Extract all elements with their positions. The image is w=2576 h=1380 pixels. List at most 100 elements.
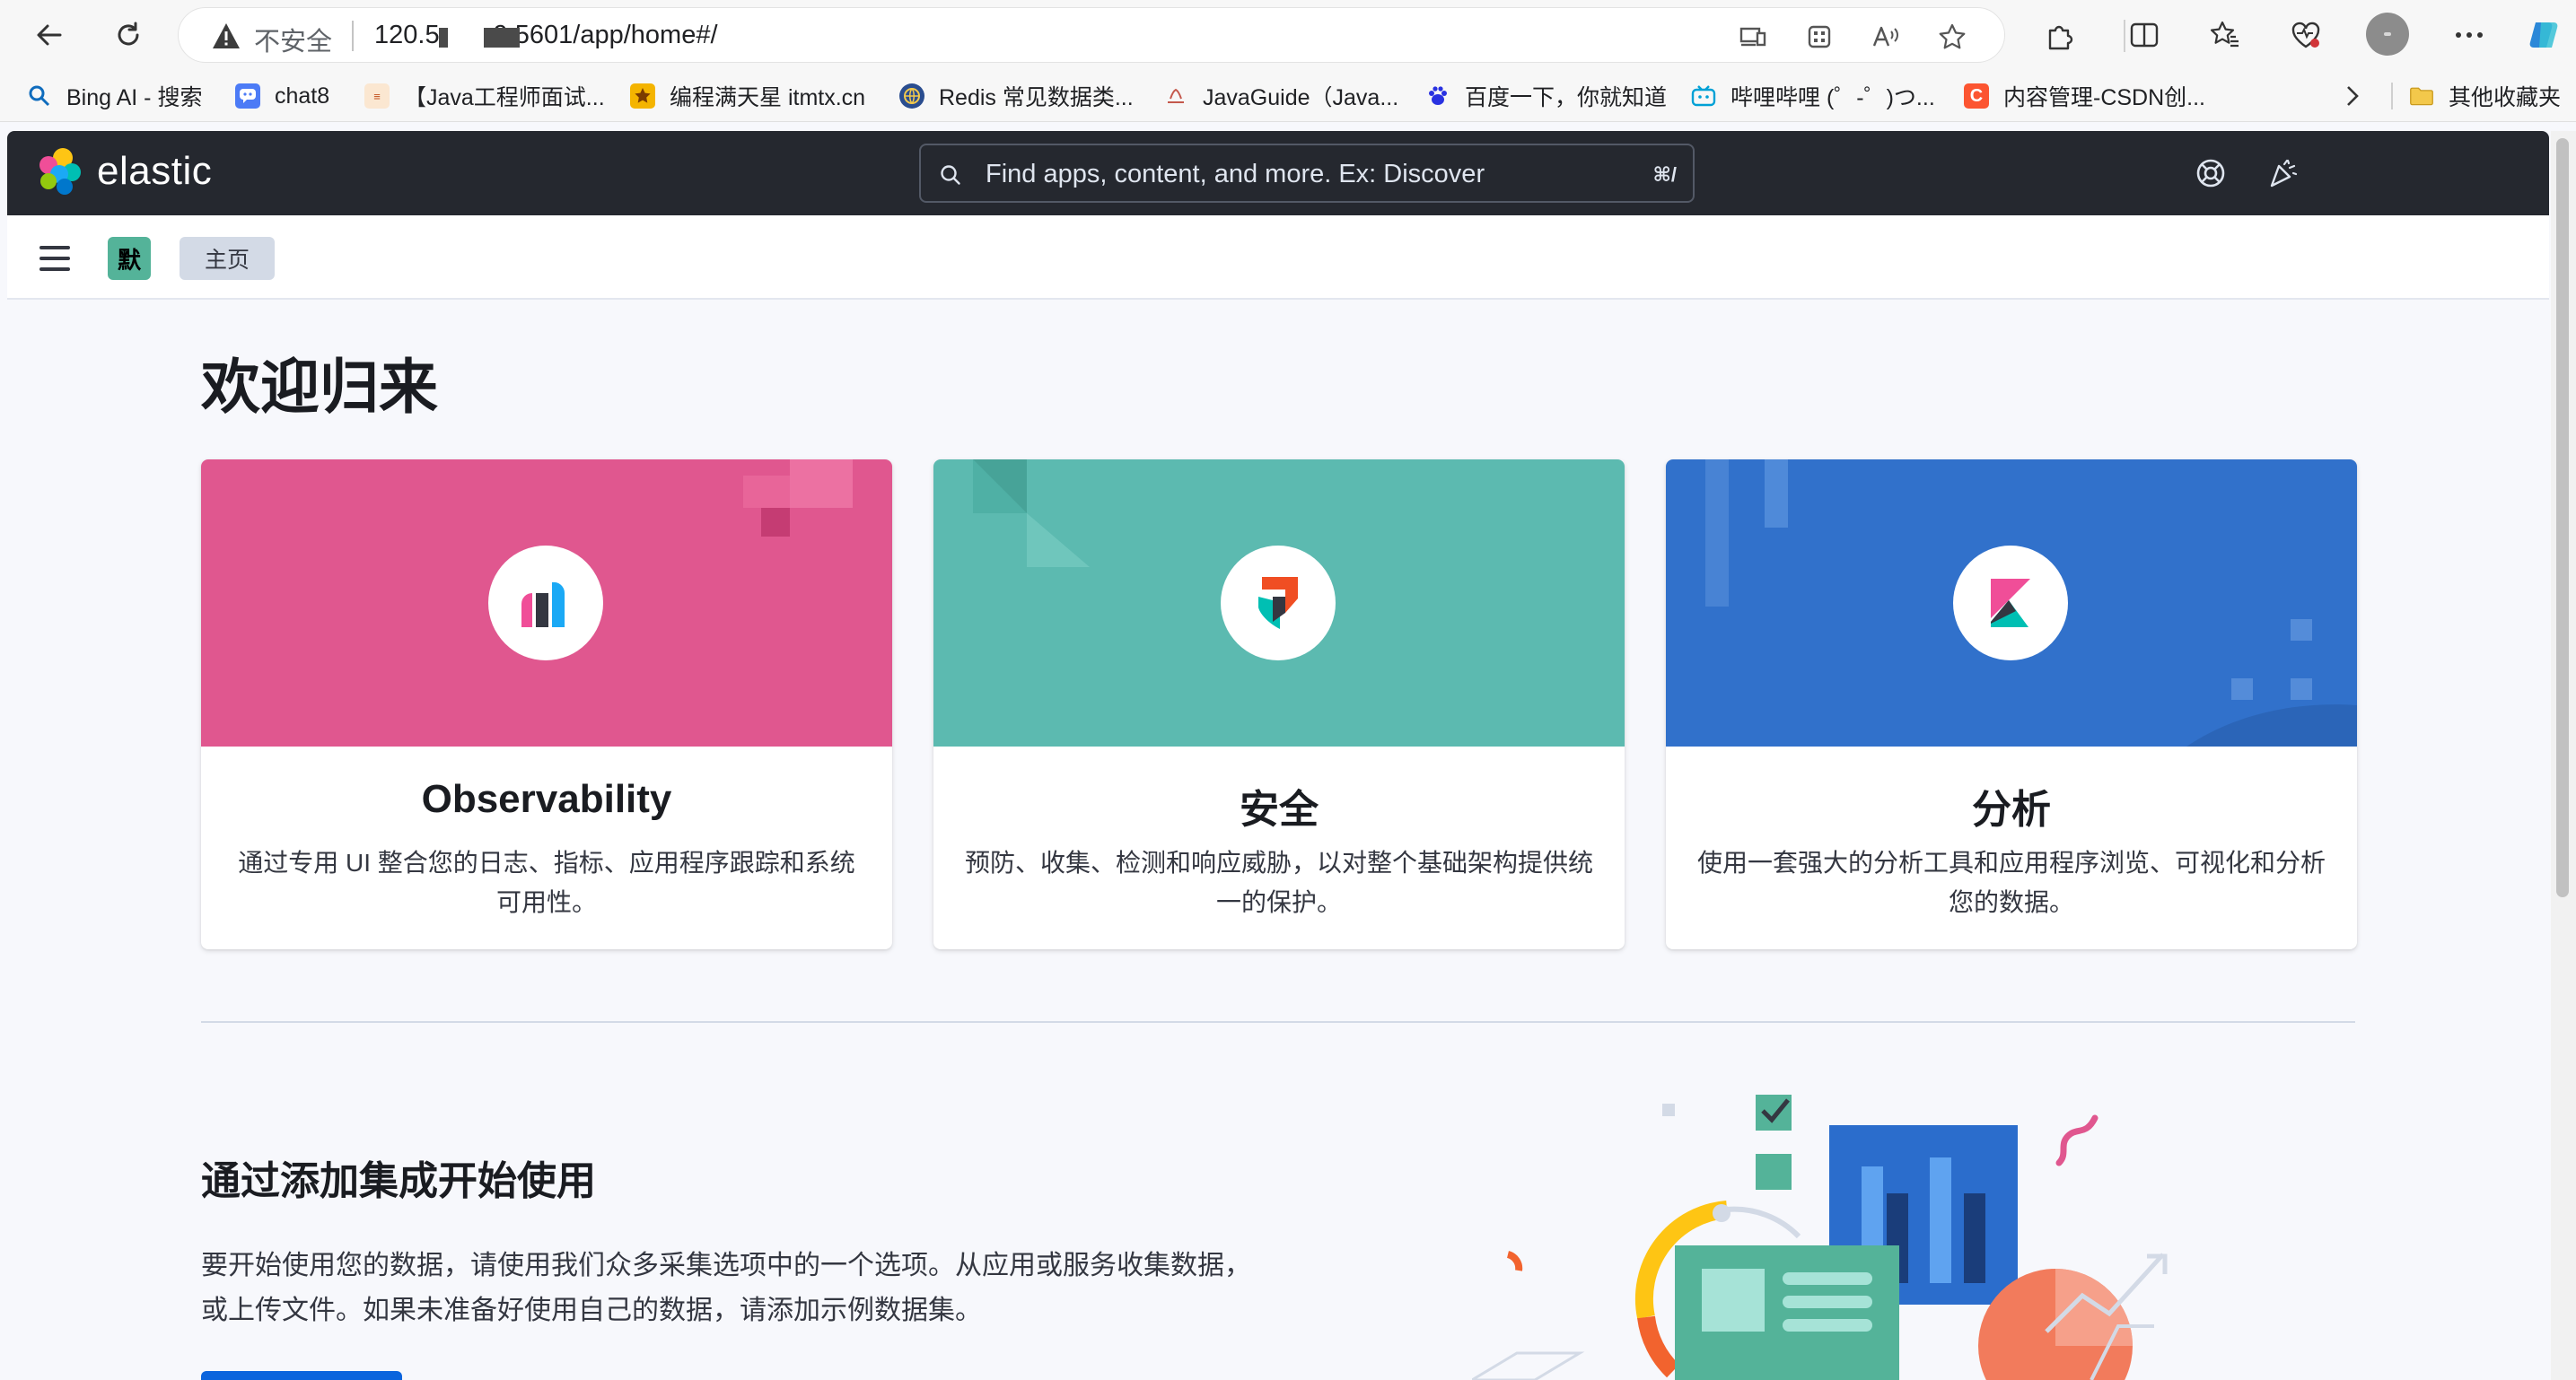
card-hero-banner xyxy=(933,459,1625,747)
puzzle-icon xyxy=(2048,25,2073,50)
other-favorites-folder[interactable]: 其他收藏夹 xyxy=(2409,79,2561,113)
bookmark-javaguide[interactable]: JavaGuide（Java... xyxy=(1163,79,1398,113)
star-icon xyxy=(1939,23,1966,49)
card-description: 预防、收集、检测和响应威胁，以对整个基础架构提供统一的保护。 xyxy=(964,849,1593,916)
url-text: 120.5 9:5601/app/home#/ xyxy=(374,21,718,50)
favorites-button[interactable] xyxy=(2203,13,2247,57)
reload-icon xyxy=(118,22,139,46)
page-scrollbar-thumb[interactable] xyxy=(2556,138,2569,897)
back-arrow-icon xyxy=(37,24,62,46)
folder-icon xyxy=(2409,83,2434,109)
security-logo-badge xyxy=(1221,546,1336,660)
url-separator xyxy=(352,21,354,51)
javaguide-favicon xyxy=(1163,83,1188,109)
card-hero-banner xyxy=(1666,459,2357,747)
bookmark-csdn[interactable]: C 内容管理-CSDN创... xyxy=(1964,79,2205,113)
device-icon xyxy=(1739,27,1766,47)
security-logo-icon xyxy=(1258,577,1298,629)
split-screen-button[interactable] xyxy=(2122,13,2167,57)
bookmark-baidu[interactable]: 百度一下，你就知道 xyxy=(1425,79,1667,113)
bookmarks-overflow-button[interactable] xyxy=(2343,79,2361,113)
bookmark-bing[interactable]: Bing AI - 搜索 xyxy=(27,79,202,113)
elastic-brand-text: elastic xyxy=(97,149,213,193)
space-selector[interactable]: 默 xyxy=(108,237,151,280)
extensions-button[interactable] xyxy=(2037,13,2082,57)
read-aloud-button[interactable] xyxy=(1868,19,1904,55)
search-placeholder: Find apps, content, and more. Ex: Discov… xyxy=(986,160,1485,188)
read-mode-button[interactable] xyxy=(1735,19,1771,55)
browser-essentials-button[interactable] xyxy=(2283,13,2328,57)
baidu-icon xyxy=(1425,83,1450,109)
bookmark-label: 编程满天星 itmtx.cn xyxy=(670,85,866,110)
bookmark-label: JavaGuide（Java... xyxy=(1203,85,1399,110)
favorites-star-icon xyxy=(2210,21,2239,48)
bookmarks-bar: Bing AI - 搜索 chat8 ≡ 【Java工程师面试... 编程满天星… xyxy=(0,70,2576,122)
heart-pulse-icon xyxy=(2291,22,2320,48)
help-lifebuoy-icon xyxy=(2196,159,2225,188)
integrations-section-description: 要开始使用您的数据，请使用我们众多采集选项中的一个选项。从应用或服务收集数据，或… xyxy=(201,1251,1251,1325)
reload-button[interactable] xyxy=(106,13,151,57)
hamburger-menu-icon xyxy=(39,246,70,249)
globe-favicon xyxy=(899,83,924,109)
card-hero-banner xyxy=(201,459,892,747)
profile-avatar[interactable] xyxy=(2366,13,2409,56)
bookmark-java-interview[interactable]: ≡ 【Java工程师面试... xyxy=(364,79,605,113)
apps-button[interactable] xyxy=(1801,19,1837,55)
bookmark-itmtx[interactable]: 编程满天星 itmtx.cn xyxy=(630,79,865,113)
bookmark-label: chat8 xyxy=(275,83,330,109)
redaction-mark xyxy=(439,28,448,48)
browser-toolbar: 不安全 120.5 9:5601/app/home#/ xyxy=(0,0,2576,70)
copilot-button[interactable] xyxy=(2522,13,2567,57)
csdn-icon: C xyxy=(1964,83,1989,109)
url-host-suffix: 9:5601/app/home#/ xyxy=(493,21,718,49)
security-label: 不安全 xyxy=(254,28,333,57)
kibana-logo-icon xyxy=(1991,579,2030,627)
favorite-button[interactable] xyxy=(1934,19,1970,55)
bookmark-bilibili[interactable]: 哔哩哔哩 (゜-゜)つ... xyxy=(1691,79,1935,113)
solution-card-observability[interactable]: Observability 通过专用 UI 整合您的日志、指标、应用程序跟踪和系… xyxy=(201,459,892,949)
copilot-icon xyxy=(2529,22,2558,48)
more-dots-icon xyxy=(2456,32,2483,38)
breadcrumb-home: 主页 xyxy=(180,237,276,280)
bookmark-label: 内容管理-CSDN创... xyxy=(2003,85,2206,110)
bookmarks-divider xyxy=(2391,83,2393,109)
analytics-logo-badge xyxy=(1953,546,2068,660)
bookmark-chat8[interactable]: chat8 xyxy=(235,79,329,113)
bookmark-label: 哔哩哔哩 (゜-゜)つ... xyxy=(1730,85,1935,110)
back-button[interactable] xyxy=(27,13,72,57)
kibana-subheader: 默 主页 xyxy=(7,215,2549,300)
kibana-header: elastic Find apps, content, and more. Ex… xyxy=(7,131,2549,215)
grid-icon xyxy=(1808,25,1831,48)
address-bar[interactable]: 不安全 120.5 9:5601/app/home#/ xyxy=(178,7,2005,63)
settings-more-button[interactable] xyxy=(2447,13,2492,57)
bookmark-label: 其他收藏夹 xyxy=(2449,85,2562,110)
search-shortcut: ⌘/ xyxy=(1652,163,1677,186)
add-integrations-button[interactable] xyxy=(201,1371,402,1380)
observability-logo-icon xyxy=(521,581,565,627)
chevron-right-icon xyxy=(2347,86,2359,106)
page-title: 欢迎归来 xyxy=(201,354,438,420)
solution-card-analytics[interactable]: 分析 使用一套强大的分析工具和应用程序浏览、可视化和分析您的数据。 xyxy=(1666,459,2357,949)
search-icon xyxy=(941,165,960,185)
elastic-logo-icon[interactable] xyxy=(36,147,84,196)
integrations-illustration xyxy=(1472,1095,2168,1380)
url-host-prefix: 120.5 xyxy=(374,21,440,49)
read-aloud-icon xyxy=(1872,26,1898,47)
site-favicon: ≡ xyxy=(364,83,390,109)
side-nav-toggle[interactable] xyxy=(39,237,83,280)
split-screen-icon xyxy=(2130,22,2159,48)
news-feed-button[interactable] xyxy=(2260,151,2305,196)
observability-logo-badge xyxy=(488,546,603,660)
bookmark-label: 【Java工程师面试... xyxy=(404,85,605,110)
help-menu-button[interactable] xyxy=(2188,151,2233,196)
redaction-mark xyxy=(484,28,520,48)
solution-card-security[interactable]: 安全 预防、收集、检测和响应威胁，以对整个基础架构提供统一的保护。 xyxy=(933,459,1625,949)
global-search-field[interactable]: Find apps, content, and more. Ex: Discov… xyxy=(919,144,1695,203)
card-title: Observability xyxy=(421,777,672,821)
bookmark-label: Bing AI - 搜索 xyxy=(66,85,203,110)
bookmark-redis[interactable]: Redis 常见数据类... xyxy=(899,79,1134,113)
bilibili-icon xyxy=(1691,83,1716,109)
section-divider xyxy=(201,1021,2355,1023)
bookmark-label: Redis 常见数据类... xyxy=(939,85,1134,110)
card-title: 安全 xyxy=(1240,788,1319,832)
